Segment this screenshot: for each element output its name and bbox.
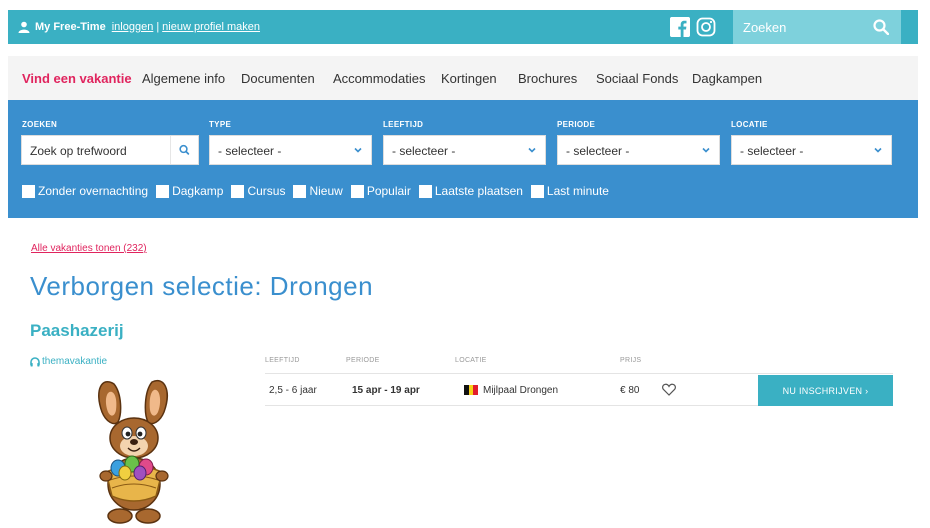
nav-item-sociaal-fonds[interactable]: Sociaal Fonds (596, 71, 678, 86)
type-select[interactable]: - selecteer - (209, 135, 372, 165)
nav-item-dagkampen[interactable]: Dagkampen (692, 71, 762, 86)
row-price: € 80 (620, 385, 640, 396)
checkbox-box[interactable] (418, 184, 432, 198)
keyword-search-input[interactable]: Zoek op trefwoord (21, 135, 199, 165)
nav-item-kortingen[interactable]: Kortingen (441, 71, 497, 86)
checkbox-label: Cursus (247, 184, 286, 198)
checkbox-label: Populair (366, 184, 411, 198)
keyword-search-placeholder: Zoek op trefwoord (30, 144, 127, 158)
column-header-location: LOCATIE (455, 357, 487, 364)
checkbox-label: Dagkamp (172, 184, 224, 198)
nav-item-vind-een-vakantie[interactable]: Vind een vakantie (22, 71, 132, 86)
search-filter-label: ZOEKEN (22, 120, 58, 129)
vacation-title[interactable]: Paashazerij (30, 321, 124, 341)
chevron-down-icon (354, 147, 362, 153)
brand-label: My Free-Time (35, 21, 106, 33)
belgian-flag-icon (464, 385, 479, 395)
site-search (733, 10, 901, 44)
checkbox-cursus[interactable]: Cursus (231, 184, 285, 198)
user-icon (18, 21, 30, 33)
period-filter-label: PERIODE (557, 120, 596, 129)
top-bar: My Free-Time inloggen | nieuw profiel ma… (8, 10, 918, 44)
checkbox-laatste-plaatsen[interactable]: Laatste plaatsen (418, 184, 523, 198)
nav-item-accommodaties[interactable]: Accommodaties (333, 71, 425, 86)
search-icon[interactable] (873, 19, 889, 35)
row-location: Mijlpaal Drongen (483, 385, 559, 396)
theme-icon (30, 356, 40, 366)
vacation-tag[interactable]: themavakantie (30, 356, 107, 367)
table-row: 2,5 - 6 jaar 15 apr - 19 apr Mijlpaal Dr… (265, 373, 893, 406)
checkbox-dagkamp[interactable]: Dagkamp (156, 184, 223, 198)
filter-panel: ZOEKEN Zoek op trefwoord TYPE - selectee… (8, 100, 918, 218)
main-nav: Vind een vakantie Algemene info Document… (8, 56, 918, 100)
register-button[interactable]: NU INSCHRIJVEN › (758, 375, 893, 406)
checkbox-box[interactable] (530, 184, 544, 198)
checkbox-box[interactable] (350, 184, 364, 198)
checkbox-box[interactable] (231, 184, 245, 198)
instagram-icon[interactable] (696, 17, 716, 37)
checkbox-label: Zonder overnachting (38, 184, 149, 198)
checkbox-box[interactable] (22, 184, 35, 198)
row-age: 2,5 - 6 jaar (269, 385, 317, 396)
vacation-tag-label: themavakantie (42, 356, 108, 367)
nav-item-algemene-info[interactable]: Algemene info (142, 71, 225, 86)
checkbox-label: Laatste plaatsen (434, 184, 523, 198)
checkbox-populair[interactable]: Populair (350, 184, 411, 198)
option-checkboxes: Zonder overnachting Dagkamp Cursus Nieuw… (22, 184, 617, 198)
checkbox-nieuw[interactable]: Nieuw (293, 184, 343, 198)
row-period: 15 apr - 19 apr (352, 385, 420, 396)
show-all-link[interactable]: Alle vakanties tonen (232) (31, 243, 147, 254)
age-select[interactable]: - selecteer - (383, 135, 546, 165)
column-header-age: LEEFTIJD (265, 357, 300, 364)
period-select[interactable]: - selecteer - (557, 135, 720, 165)
site-search-input[interactable] (743, 18, 863, 36)
location-select-value: - selecteer - (740, 144, 804, 158)
type-select-value: - selecteer - (218, 144, 282, 158)
new-profile-link[interactable]: nieuw profiel maken (162, 21, 260, 33)
chevron-down-icon (528, 147, 536, 153)
checkbox-box[interactable] (156, 184, 170, 198)
type-filter-label: TYPE (209, 120, 232, 129)
account-links: My Free-Time inloggen | nieuw profiel ma… (18, 10, 260, 44)
facebook-icon[interactable] (670, 17, 690, 37)
login-link[interactable]: inloggen (112, 21, 154, 33)
column-header-period: PERIODE (346, 357, 380, 364)
link-separator: | (156, 21, 160, 33)
chevron-down-icon (702, 147, 710, 153)
checkbox-label: Last minute (546, 184, 609, 198)
column-header-price: PRIJS (620, 357, 642, 364)
period-select-value: - selecteer - (566, 144, 630, 158)
chevron-down-icon (874, 147, 882, 153)
checkbox-zonder-overnachting[interactable]: Zonder overnachting (22, 184, 148, 198)
location-select[interactable]: - selecteer - (731, 135, 892, 165)
age-filter-label: LEEFTIJD (383, 120, 424, 129)
nav-item-brochures[interactable]: Brochures (518, 71, 577, 86)
checkbox-label: Nieuw (309, 184, 343, 198)
checkbox-box[interactable] (293, 184, 307, 198)
search-icon[interactable] (170, 136, 198, 164)
checkbox-last-minute[interactable]: Last minute (530, 184, 609, 198)
nav-item-documenten[interactable]: Documenten (241, 71, 315, 86)
heart-icon[interactable] (662, 383, 676, 396)
age-select-value: - selecteer - (392, 144, 456, 158)
location-filter-label: LOCATIE (731, 120, 768, 129)
easter-bunny-image[interactable] (88, 376, 180, 528)
page-title: Verborgen selectie: Drongen (30, 271, 374, 301)
